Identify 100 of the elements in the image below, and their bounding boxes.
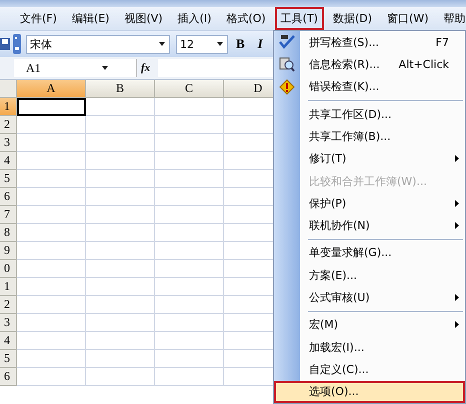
menu-item[interactable]: 选项(O)...: [274, 380, 465, 403]
table-cell[interactable]: [17, 314, 86, 332]
menu-item[interactable]: 单变量求解(G)...: [274, 242, 465, 264]
menu-item[interactable]: 加载宏(I)...: [274, 336, 465, 358]
menu-bar-item[interactable]: 插入(I): [172, 7, 218, 30]
row-header[interactable]: 8: [0, 224, 17, 242]
row-header[interactable]: 1: [0, 278, 17, 296]
table-cell[interactable]: [86, 368, 155, 386]
table-cell[interactable]: [155, 350, 224, 368]
table-cell[interactable]: [86, 98, 155, 116]
table-cell[interactable]: [17, 296, 86, 314]
font-size-dropdown[interactable]: 12: [176, 34, 228, 54]
menu-item[interactable]: 拼写检查(S)... F7: [274, 31, 465, 54]
row-header[interactable]: 5: [0, 350, 17, 368]
table-cell[interactable]: [17, 242, 86, 260]
menu-item[interactable]: 联机协作(N): [274, 214, 465, 237]
table-cell[interactable]: [86, 116, 155, 134]
table-cell[interactable]: [17, 134, 86, 152]
row-header[interactable]: 7: [0, 206, 17, 224]
table-cell[interactable]: [86, 278, 155, 296]
table-cell[interactable]: [17, 350, 86, 368]
select-all-corner[interactable]: [0, 80, 17, 98]
menu-item[interactable]: 信息检索(R)... Alt+Click: [274, 53, 465, 76]
active-cell[interactable]: [17, 98, 86, 116]
table-cell[interactable]: [155, 242, 224, 260]
table-cell[interactable]: [86, 242, 155, 260]
menu-bar-item[interactable]: 窗口(W): [381, 7, 434, 30]
menu-item[interactable]: 方案(E)...: [274, 264, 465, 286]
menu-item[interactable]: 共享工作簿(B)...: [274, 125, 465, 148]
column-header[interactable]: C: [155, 80, 224, 98]
table-cell[interactable]: [86, 350, 155, 368]
toolbar-grip-icon[interactable]: [13, 34, 21, 54]
table-cell[interactable]: [17, 368, 86, 386]
menu-bar-item[interactable]: 数据(D): [326, 7, 378, 30]
row-header[interactable]: 0: [0, 260, 17, 278]
function-button[interactable]: fx: [137, 62, 154, 74]
table-cell[interactable]: [17, 188, 86, 206]
name-box[interactable]: A1: [14, 59, 137, 77]
row-header[interactable]: 6: [0, 368, 17, 386]
table-cell[interactable]: [86, 170, 155, 188]
menu-bar-item[interactable]: 视图(V): [118, 7, 169, 30]
menu-bar-item[interactable]: 文件(F): [14, 7, 63, 30]
table-cell[interactable]: [17, 206, 86, 224]
table-cell[interactable]: [17, 332, 86, 350]
row-header[interactable]: 2: [0, 116, 17, 134]
table-cell[interactable]: [86, 296, 155, 314]
table-cell[interactable]: [155, 98, 224, 116]
row-header[interactable]: 3: [0, 134, 17, 152]
menu-bar-item[interactable]: 格式(O): [220, 7, 272, 30]
row-header[interactable]: 3: [0, 314, 17, 332]
save-icon[interactable]: [0, 36, 10, 52]
row-header[interactable]: 1: [0, 98, 17, 116]
table-cell[interactable]: [155, 116, 224, 134]
column-header[interactable]: B: [86, 80, 155, 98]
table-cell[interactable]: [155, 224, 224, 242]
table-cell[interactable]: [17, 170, 86, 188]
row-header[interactable]: 6: [0, 188, 17, 206]
menu-item[interactable]: 宏(M): [274, 314, 465, 336]
table-cell[interactable]: [155, 206, 224, 224]
menu-bar-item[interactable]: 编辑(E): [66, 7, 116, 30]
table-cell[interactable]: [155, 260, 224, 278]
table-cell[interactable]: [155, 170, 224, 188]
italic-button[interactable]: I: [252, 36, 268, 52]
table-cell[interactable]: [86, 188, 155, 206]
table-cell[interactable]: [155, 296, 224, 314]
bold-button[interactable]: B: [231, 36, 250, 52]
row-header[interactable]: 5: [0, 170, 17, 188]
table-cell[interactable]: [86, 260, 155, 278]
menu-bar-item[interactable]: 工具(T): [274, 7, 324, 30]
table-cell[interactable]: [86, 332, 155, 350]
table-cell[interactable]: [17, 116, 86, 134]
table-cell[interactable]: [17, 152, 86, 170]
menu-item[interactable]: 自定义(C)...: [274, 358, 465, 381]
table-cell[interactable]: [86, 134, 155, 152]
menu-bar-item[interactable]: 帮助: [438, 7, 466, 30]
table-cell[interactable]: [155, 332, 224, 350]
menu-item[interactable]: 公式审核(U): [274, 286, 465, 309]
table-cell[interactable]: [155, 278, 224, 296]
spelling-check-icon: [279, 34, 295, 50]
column-header[interactable]: A: [17, 80, 86, 98]
table-cell[interactable]: [155, 188, 224, 206]
table-cell[interactable]: [155, 134, 224, 152]
menu-item[interactable]: 修订(T): [274, 148, 465, 170]
row-header[interactable]: 2: [0, 296, 17, 314]
menu-item[interactable]: 保护(P): [274, 192, 465, 215]
table-cell[interactable]: [17, 278, 86, 296]
row-header[interactable]: 9: [0, 242, 17, 260]
row-header[interactable]: 4: [0, 152, 17, 170]
table-cell[interactable]: [155, 152, 224, 170]
table-cell[interactable]: [155, 368, 224, 386]
table-cell[interactable]: [86, 224, 155, 242]
font-dropdown[interactable]: 宋体: [26, 34, 170, 54]
menu-item[interactable]: 共享工作区(D)...: [274, 102, 465, 126]
table-cell[interactable]: [17, 224, 86, 242]
table-cell[interactable]: [86, 314, 155, 332]
table-cell[interactable]: [155, 314, 224, 332]
row-header[interactable]: 4: [0, 332, 17, 350]
table-cell[interactable]: [17, 260, 86, 278]
table-cell[interactable]: [86, 206, 155, 224]
table-cell[interactable]: [86, 152, 155, 170]
